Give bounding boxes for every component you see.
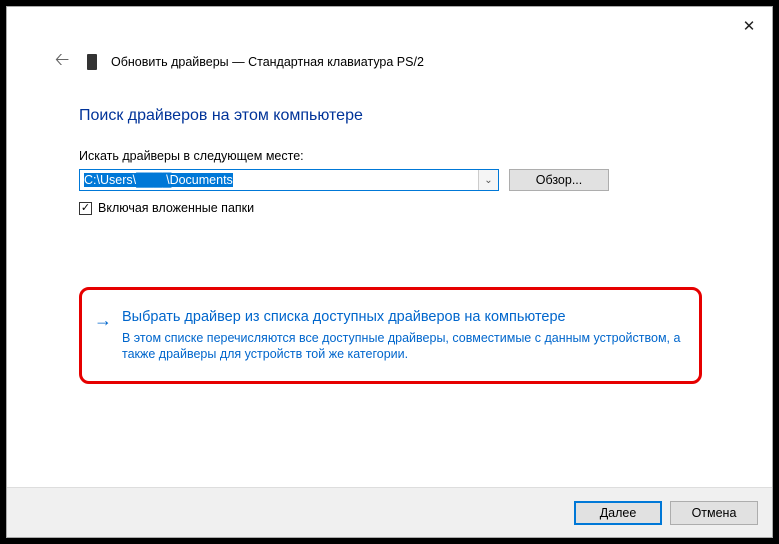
footer: Далее Отмена xyxy=(7,487,772,537)
option-title: Выбрать драйвер из списка доступных драй… xyxy=(122,308,681,328)
path-dropdown-button[interactable]: ⌄ xyxy=(478,170,498,190)
back-button[interactable]: 🡠 xyxy=(51,47,73,77)
next-button-label: Далее xyxy=(600,506,637,520)
close-icon: ✕ xyxy=(743,17,756,35)
path-segment-prefix: C:\Users\ xyxy=(84,173,136,187)
checkmark-icon: ✓ xyxy=(81,203,90,214)
browse-button-label: Обзор... xyxy=(536,173,583,187)
driver-update-window: ✕ 🡠 Обновить драйверы — Стандартная клав… xyxy=(6,6,773,538)
arrow-left-icon: 🡠 xyxy=(55,49,70,69)
device-icon xyxy=(87,54,97,70)
path-segment-suffix: \Documents xyxy=(166,173,233,187)
path-row: C:\Users\ ████ \Documents ⌄ Обзор... xyxy=(79,169,702,191)
include-subfolders-row[interactable]: ✓ Включая вложенные папки xyxy=(79,201,702,215)
include-subfolders-label: Включая вложенные папки xyxy=(98,201,254,215)
include-subfolders-checkbox[interactable]: ✓ xyxy=(79,202,92,215)
arrow-right-icon: → xyxy=(94,308,112,363)
cancel-button-label: Отмена xyxy=(692,506,737,520)
path-segment-hidden: ████ xyxy=(136,173,166,187)
header-title: Обновить драйверы — Стандартная клавиату… xyxy=(111,55,424,69)
cancel-button[interactable]: Отмена xyxy=(670,501,758,525)
content: Поиск драйверов на этом компьютере Искат… xyxy=(7,87,772,487)
page-title: Поиск драйверов на этом компьютере xyxy=(79,107,702,125)
close-button[interactable]: ✕ xyxy=(726,11,772,41)
header: 🡠 Обновить драйверы — Стандартная клавиа… xyxy=(7,41,772,87)
search-location-label: Искать драйверы в следующем месте: xyxy=(79,149,702,163)
titlebar: ✕ xyxy=(7,7,772,41)
option-description: В этом списке перечисляются все доступны… xyxy=(122,330,681,364)
option-text: Выбрать драйвер из списка доступных драй… xyxy=(122,308,681,363)
pick-from-list-option[interactable]: → Выбрать драйвер из списка доступных др… xyxy=(79,287,702,384)
browse-button[interactable]: Обзор... xyxy=(509,169,609,191)
path-combobox[interactable]: C:\Users\ ████ \Documents ⌄ xyxy=(79,169,499,191)
path-text: C:\Users\ ████ \Documents xyxy=(80,170,478,190)
chevron-down-icon: ⌄ xyxy=(484,175,492,186)
next-button[interactable]: Далее xyxy=(574,501,662,525)
